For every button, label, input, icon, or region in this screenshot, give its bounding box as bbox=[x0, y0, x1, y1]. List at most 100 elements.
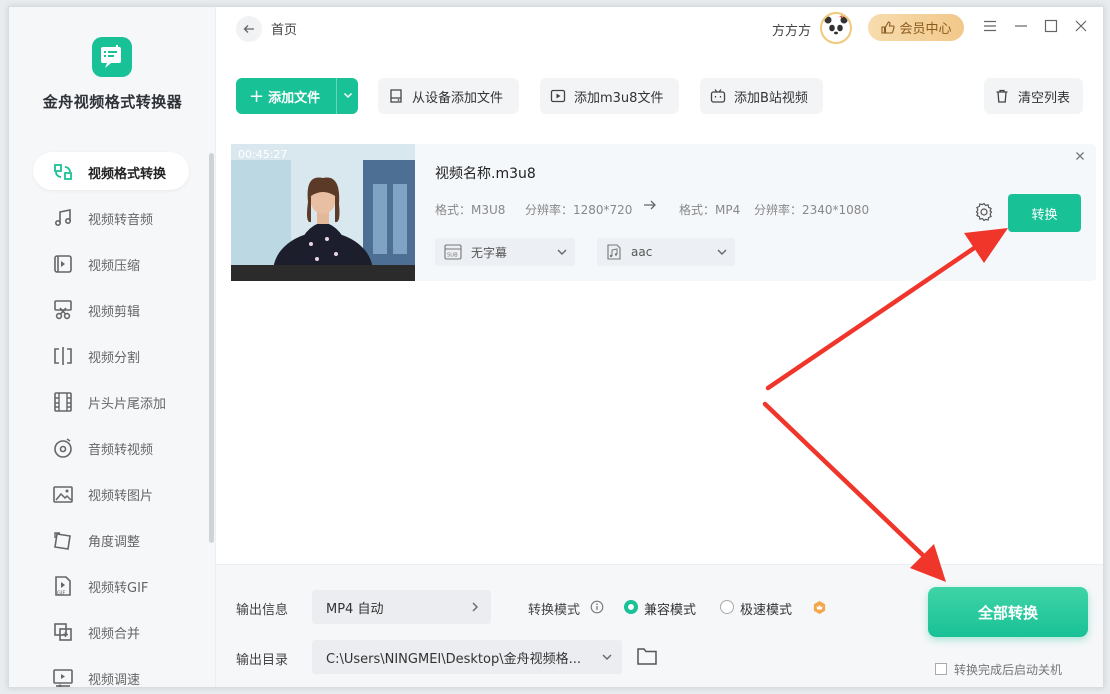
compress-icon bbox=[54, 255, 72, 273]
convert-button[interactable]: 转换 bbox=[1008, 194, 1081, 232]
output-info-label: 输出信息 bbox=[236, 603, 289, 618]
button-divider bbox=[336, 78, 337, 114]
panda-avatar-icon bbox=[824, 15, 848, 40]
chevron-down-icon bbox=[717, 249, 727, 255]
sidebar-item-label: 视频格式转换 bbox=[88, 166, 167, 182]
hard-drive-icon bbox=[390, 89, 402, 103]
output-format-selector[interactable]: MP4 自动 bbox=[312, 590, 491, 624]
trash-icon bbox=[996, 89, 1008, 103]
auto-shutdown-label[interactable]: 转换完成后启动关机 bbox=[954, 661, 1062, 678]
add-from-device-label: 从设备添加文件 bbox=[412, 90, 504, 106]
audio-track-dropdown[interactable]: aac bbox=[597, 238, 735, 266]
sidebar-item-video-to-gif[interactable]: GIF 视频转GIF bbox=[9, 563, 216, 609]
image-icon bbox=[53, 486, 73, 503]
svg-text:SUB: SUB bbox=[447, 253, 458, 259]
thumbs-up-icon bbox=[881, 21, 896, 34]
sidebar-item-merge[interactable]: 视频合并 bbox=[9, 609, 216, 655]
scissors-icon bbox=[54, 300, 72, 320]
target-format: 格式：MP4 bbox=[679, 203, 741, 217]
add-bilibili-button[interactable]: 添加B站视频 bbox=[700, 78, 823, 114]
close-window-button[interactable] bbox=[1072, 17, 1090, 35]
fast-mode-label[interactable]: 极速模式 bbox=[740, 599, 792, 618]
gear-icon[interactable] bbox=[974, 202, 994, 222]
sidebar-item-rotate[interactable]: 角度调整 bbox=[9, 517, 216, 563]
gif-file-icon: GIF bbox=[55, 576, 71, 597]
video-thumbnail[interactable]: 00:45:27 bbox=[231, 144, 415, 281]
sidebar-scrollbar[interactable] bbox=[209, 153, 214, 543]
maximize-icon bbox=[1044, 19, 1058, 33]
output-dir-selector[interactable]: C:\Users\NINGMEI\Desktop\金舟视频格... bbox=[312, 640, 622, 674]
file-name: 视频名称.m3u8 bbox=[435, 166, 536, 182]
sidebar-item-format-convert[interactable]: 视频格式转换 bbox=[9, 149, 216, 195]
subtitle-icon: SUB bbox=[444, 244, 462, 260]
back-button[interactable] bbox=[236, 16, 262, 42]
hamburger-icon bbox=[984, 20, 996, 32]
chevron-down-icon[interactable] bbox=[342, 89, 354, 101]
compatible-mode-radio[interactable] bbox=[624, 600, 638, 614]
username[interactable]: 方方方 bbox=[772, 20, 811, 39]
auto-shutdown-checkbox[interactable] bbox=[935, 663, 947, 675]
avatar[interactable] bbox=[820, 12, 852, 44]
maximize-button[interactable] bbox=[1042, 17, 1060, 35]
chevron-right-icon bbox=[472, 602, 478, 612]
sidebar-item-label: 视频转GIF bbox=[88, 580, 149, 596]
sidebar-item-label: 视频调速 bbox=[88, 672, 141, 688]
merge-icon bbox=[54, 623, 72, 641]
sidebar-item-label: 音频转视频 bbox=[88, 442, 154, 458]
output-panel: 输出信息 MP4 自动 转换模式 兼容模式 极速模式 输出目录 C:\Users… bbox=[216, 564, 1103, 687]
info-icon[interactable] bbox=[590, 600, 604, 614]
split-icon bbox=[54, 347, 72, 365]
sidebar-item-label: 片头片尾添加 bbox=[88, 396, 167, 412]
chevron-down-icon bbox=[557, 249, 567, 255]
menu-button[interactable] bbox=[981, 17, 999, 35]
sidebar-item-compress[interactable]: 视频压缩 bbox=[9, 241, 216, 287]
app-name: 金舟视频格式转换器 bbox=[42, 93, 183, 111]
add-m3u8-label: 添加m3u8文件 bbox=[574, 90, 664, 106]
audio-disc-icon bbox=[54, 438, 72, 458]
minimize-button[interactable] bbox=[1012, 17, 1030, 35]
subtitle-value: 无字幕 bbox=[471, 245, 508, 260]
arrow-left-icon bbox=[243, 25, 254, 33]
sidebar-nav: 视频格式转换 视频转音频 视频压缩 视频剪辑 视频分割 片头片尾添加 音频转视频… bbox=[9, 149, 216, 688]
add-file-button[interactable]: + 添加文件 bbox=[236, 78, 358, 114]
close-icon bbox=[1075, 20, 1087, 32]
clear-list-button[interactable]: 清空列表 bbox=[984, 78, 1083, 114]
sidebar-item-edit[interactable]: 视频剪辑 bbox=[9, 287, 216, 333]
sidebar-item-video-to-image[interactable]: 视频转图片 bbox=[9, 471, 216, 517]
sidebar-item-label: 角度调整 bbox=[88, 534, 141, 550]
convert-all-button[interactable]: 全部转换 bbox=[928, 587, 1088, 637]
remove-file-icon[interactable] bbox=[1074, 150, 1086, 162]
fast-mode-radio[interactable] bbox=[720, 600, 734, 614]
video-play-icon bbox=[550, 89, 566, 103]
plus-icon: + bbox=[249, 85, 265, 107]
vip-center-button[interactable]: 会员中心 bbox=[868, 14, 964, 41]
music-note-icon bbox=[54, 209, 72, 227]
audio-file-icon bbox=[607, 244, 621, 260]
folder-icon[interactable] bbox=[636, 646, 658, 666]
format-convert-icon bbox=[54, 164, 72, 180]
thumbnail-image bbox=[231, 144, 415, 281]
compatible-mode-label[interactable]: 兼容模式 bbox=[644, 599, 696, 618]
add-from-device-button[interactable]: 从设备添加文件 bbox=[378, 78, 519, 114]
output-dir-value: C:\Users\NINGMEI\Desktop\金舟视频格... bbox=[326, 651, 582, 667]
sidebar-item-speed[interactable]: 视频调速 bbox=[9, 655, 216, 688]
sidebar-item-audio-to-video[interactable]: 音频转视频 bbox=[9, 425, 216, 471]
breadcrumb-home[interactable]: 首页 bbox=[271, 19, 297, 38]
add-file-label: 添加文件 bbox=[268, 90, 321, 106]
sidebar-item-split[interactable]: 视频分割 bbox=[9, 333, 216, 379]
sidebar-item-label: 视频转音频 bbox=[88, 212, 154, 228]
output-dir-label: 输出目录 bbox=[236, 653, 289, 668]
audio-track-value: aac bbox=[631, 245, 653, 259]
rotate-icon bbox=[54, 532, 71, 550]
sidebar-item-label: 视频剪辑 bbox=[88, 304, 141, 320]
sidebar-item-video-to-audio[interactable]: 视频转音频 bbox=[9, 195, 216, 241]
speed-icon bbox=[53, 669, 73, 687]
app-logo bbox=[92, 37, 132, 77]
subtitle-dropdown[interactable]: SUB 无字幕 bbox=[435, 238, 575, 266]
chevron-down-icon bbox=[602, 654, 612, 660]
add-m3u8-button[interactable]: 添加m3u8文件 bbox=[540, 78, 679, 114]
sidebar-item-intro-outro[interactable]: 片头片尾添加 bbox=[9, 379, 216, 425]
output-format-value: MP4 自动 bbox=[326, 601, 384, 617]
sidebar-item-label: 视频分割 bbox=[88, 350, 141, 366]
bilibili-tv-icon bbox=[710, 89, 726, 103]
